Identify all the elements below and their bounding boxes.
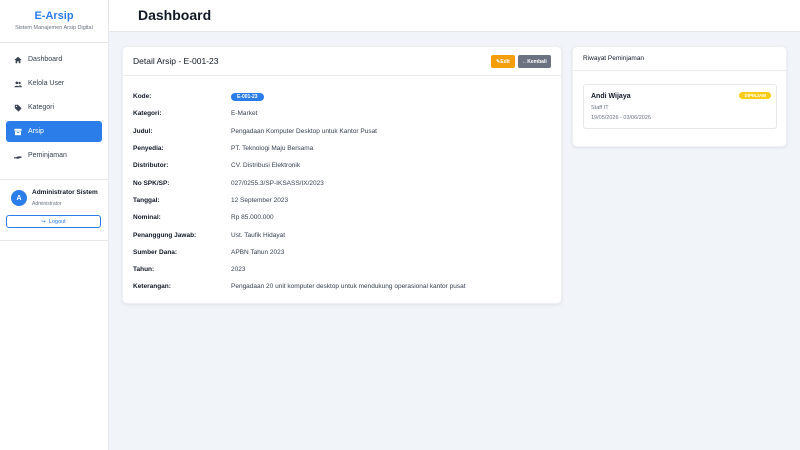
detail-value: APBN Tahun 2023 (231, 248, 285, 256)
archive-icon (13, 127, 22, 136)
detail-row: Judul: Pengadaan Komputer Desktop untuk … (123, 123, 561, 140)
borrower-role: Staff IT (591, 105, 609, 111)
detail-row: Penyedia: PT. Teknologi Maju Bersama (123, 140, 561, 157)
detail-value: PT. Teknologi Maju Bersama (231, 145, 314, 153)
detail-value: Pengadaan Komputer Desktop untuk Kantor … (231, 127, 377, 135)
brand-subtitle: Sistem Manajemen Arsip Digital (15, 25, 93, 31)
sidebar-divider (0, 240, 108, 241)
history-card: Riwayat Peminjaman Andi Wijaya Staff IT … (572, 46, 787, 147)
edit-label: Edit (500, 58, 510, 65)
detail-label: Kategori: (133, 110, 162, 118)
home-icon (13, 55, 22, 64)
detail-label: Tanggal: (133, 196, 160, 204)
detail-row: Kode: E-001-23 (123, 88, 561, 105)
detail-value: E-Market (231, 110, 258, 118)
detail-value: E-001-23 (231, 92, 264, 101)
brand: E-Arsip Sistem Manajemen Arsip Digital (0, 0, 108, 42)
user-role: Administrator (32, 201, 62, 207)
sidebar-item-label: Arsip (28, 128, 44, 135)
code-badge: E-001-23 (231, 92, 264, 101)
status-badge: DIPINJAM (739, 92, 771, 99)
sidebar-item-label: Dashboard (28, 56, 63, 63)
sidebar-item-dashboard[interactable]: Dashboard (6, 49, 102, 70)
detail-row: No SPK/SP: 027/0255.3/SP-IKSASS/IX/2023 (123, 174, 561, 191)
sidebar-nav: Dashboard Kelola User Kategori Arsip Pem… (0, 43, 108, 166)
back-label: Kembali (527, 58, 547, 65)
sidebar-item-peminjaman[interactable]: Peminjaman (6, 145, 102, 166)
detail-label: No SPK/SP: (133, 179, 170, 187)
history-item[interactable]: Andi Wijaya Staff IT 19/05/2026 - 03/06/… (583, 84, 777, 129)
page-title: Dashboard (138, 7, 212, 23)
detail-row: Sumber Dana: APBN Tahun 2023 (123, 244, 561, 261)
user-name: Administrator Sistem (32, 189, 98, 196)
detail-row: Keterangan: Pengadaan 20 unit komputer d… (123, 278, 561, 295)
detail-card-header: Detail Arsip - E-001-23 ✎ Edit ← Kembali (123, 47, 561, 76)
detail-value: Pengadaan 20 unit komputer desktop untuk… (231, 283, 466, 291)
sidebar-item-kelola-user[interactable]: Kelola User (6, 73, 102, 94)
detail-value: Rp 85.000.000 (231, 214, 274, 222)
detail-label: Tahun: (133, 266, 155, 274)
hand-icon (13, 151, 22, 160)
sidebar-item-label: Peminjaman (28, 152, 67, 159)
logout-button[interactable]: ↪ Logout (6, 215, 101, 228)
detail-label: Distributor: (133, 162, 169, 170)
logout-icon: ↪ (41, 218, 46, 225)
edit-button[interactable]: ✎ Edit (491, 55, 515, 68)
borrower-name: Andi Wijaya (591, 93, 631, 100)
borrow-date-range: 19/05/2026 - 03/06/2026 (591, 115, 651, 121)
history-header: Riwayat Peminjaman (573, 47, 786, 71)
detail-row: Tanggal: 12 September 2023 (123, 192, 561, 209)
detail-label: Penanggung Jawab: (133, 231, 197, 239)
sidebar-item-label: Kelola User (28, 80, 65, 87)
detail-body: Kode: E-001-23 Kategori: E-Market Judul:… (123, 76, 561, 296)
detail-value: 2023 (231, 266, 246, 274)
detail-value: CV. Distribusi Elektronik (231, 162, 301, 170)
detail-title: Detail Arsip - E-001-23 (133, 56, 219, 66)
user-info: A Administrator Sistem Administrator (6, 188, 102, 207)
tag-icon (13, 103, 22, 112)
detail-value: 027/0255.3/SP-IKSASS/IX/2023 (231, 179, 324, 187)
detail-row: Penanggung Jawab: Ust. Taufik Hidayat (123, 226, 561, 243)
user-box: A Administrator Sistem Administrator ↪ L… (0, 180, 108, 228)
back-button[interactable]: ← Kembali (518, 55, 551, 68)
detail-card: Detail Arsip - E-001-23 ✎ Edit ← Kembali K… (122, 46, 562, 304)
sidebar-item-label: Kategori (28, 104, 55, 111)
detail-label: Judul: (133, 127, 153, 135)
detail-row: Distributor: CV. Distribusi Elektronik (123, 157, 561, 174)
brand-title: E-Arsip (34, 10, 74, 22)
sidebar: E-Arsip Sistem Manajemen Arsip Digital D… (0, 0, 109, 450)
detail-label: Kode: (133, 93, 152, 101)
sidebar-item-kategori[interactable]: Kategori (6, 97, 102, 118)
detail-value: Ust. Taufik Hidayat (231, 231, 286, 239)
detail-label: Sumber Dana: (133, 248, 178, 256)
detail-label: Keterangan: (133, 283, 171, 291)
topbar: Dashboard (109, 0, 800, 32)
detail-row: Tahun: 2023 (123, 261, 561, 278)
history-title: Riwayat Peminjaman (583, 55, 645, 62)
users-icon (13, 79, 22, 88)
detail-label: Nominal: (133, 214, 161, 222)
detail-row: Nominal: Rp 85.000.000 (123, 209, 561, 226)
detail-label: Penyedia: (133, 145, 164, 153)
avatar: A (11, 190, 27, 206)
sidebar-item-arsip[interactable]: Arsip (6, 121, 102, 142)
detail-row: Kategori: E-Market (123, 105, 561, 122)
detail-value: 12 September 2023 (231, 196, 289, 204)
logout-label: Logout (48, 218, 66, 225)
